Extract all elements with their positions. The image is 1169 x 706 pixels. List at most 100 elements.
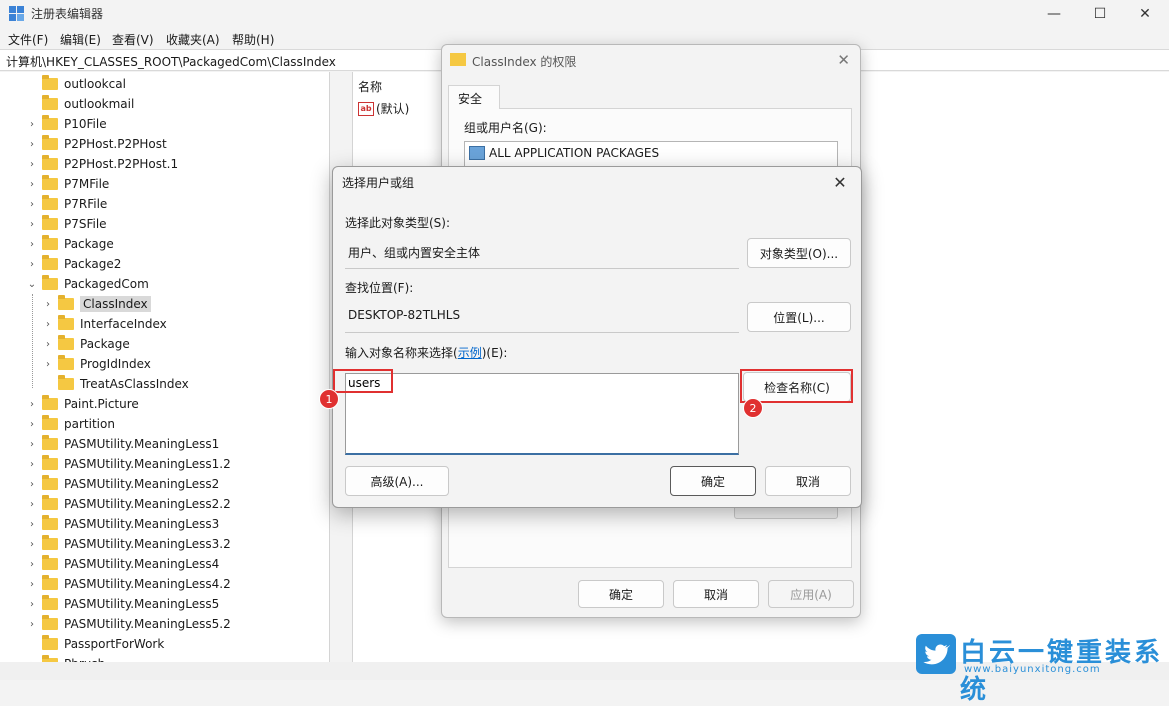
chevron-down-icon[interactable]: ⌄ [26,278,38,290]
folder-icon [42,515,58,530]
menu-edit[interactable]: 编辑(E) [60,31,101,48]
chevron-right-icon[interactable]: › [26,158,38,170]
tree-item[interactable]: › P7SFile [26,214,107,234]
chevron-right-icon[interactable]: › [26,538,38,550]
chevron-right-icon[interactable]: › [26,398,38,410]
select-cancel-button[interactable]: 取消 [765,466,851,496]
chevron-right-icon[interactable]: › [26,138,38,150]
tree-item[interactable]: › P7RFile [26,194,107,214]
chevron-right-icon[interactable]: › [26,198,38,210]
tree-item-label: PASMUtility.MeaningLess3.2 [64,537,231,551]
menu-help[interactable]: 帮助(H) [232,31,274,48]
value-row-default[interactable]: ab (默认) [358,100,409,117]
permissions-cancel-button[interactable]: 取消 [673,580,759,608]
tab-security[interactable]: 安全 [448,85,500,109]
chevron-right-icon[interactable]: › [26,598,38,610]
tree-item[interactable]: › Paint.Picture [26,394,139,414]
object-names-input[interactable] [348,376,728,390]
folder-icon [58,375,74,390]
close-icon[interactable]: ✕ [837,51,850,69]
close-button[interactable]: ✕ [1122,0,1168,28]
tree-item[interactable]: › PASMUtility.MeaningLess3 [26,514,219,534]
chevron-right-icon[interactable]: › [26,478,38,490]
chevron-right-icon[interactable]: › [42,338,54,350]
tree-item[interactable]: › partition [26,414,115,434]
select-users-dialog: 选择用户或组 ✕ 选择此对象类型(S): 用户、组或内置安全主体 对象类型(O)… [332,166,862,508]
tree-item[interactable]: › Package [26,234,114,254]
tree-item[interactable]: › PASMUtility.MeaningLess4.2 [26,574,231,594]
tree-item[interactable]: › P2PHost.P2PHost.1 [26,154,178,174]
chevron-right-icon[interactable]: › [42,298,54,310]
chevron-right-icon[interactable]: › [26,438,38,450]
examples-link[interactable]: 示例 [458,346,482,360]
registry-tree[interactable]: outlookcal outlookmail › P10File › P2PHost.P2… [0,72,330,662]
tree-item[interactable]: ⌄ PackagedCom [26,274,149,294]
locations-button[interactable]: 位置(L)... [747,302,851,332]
tree-item-label: P7SFile [64,217,107,231]
select-ok-button[interactable]: 确定 [670,466,756,496]
advanced-button[interactable]: 高级(A)... [345,466,449,496]
group-user-list[interactable]: ALL APPLICATION PACKAGES [464,141,838,169]
tree-item[interactable]: › ClassIndex [42,294,151,314]
chevron-right-icon[interactable]: › [42,318,54,330]
tree-item[interactable]: › PASMUtility.MeaningLess1.2 [26,454,231,474]
tree-item[interactable]: › PASMUtility.MeaningLess4 [26,554,219,574]
maximize-button[interactable]: ☐ [1077,0,1123,28]
tree-item[interactable]: ›Pbrush [26,654,105,662]
tree-item[interactable]: PassportForWork [26,634,164,654]
tree-item-label: PASMUtility.MeaningLess2.2 [64,497,231,511]
chevron-right-icon[interactable]: › [26,498,38,510]
chevron-right-icon[interactable]: › [26,578,38,590]
menu-file[interactable]: 文件(F) [8,31,48,48]
menu-view[interactable]: 查看(V) [112,31,154,48]
tree-item-label: TreatAsClassIndex [80,377,189,391]
tree-item[interactable]: › Package [42,334,130,354]
chevron-right-icon[interactable]: › [26,518,38,530]
close-icon[interactable]: ✕ [825,169,855,195]
chevron-right-icon[interactable]: › [26,238,38,250]
folder-icon [450,53,466,66]
minimize-button[interactable]: — [1031,0,1077,28]
tree-item[interactable]: › PASMUtility.MeaningLess5.2 [26,614,231,634]
chevron-right-icon[interactable]: › [26,458,38,470]
chevron-right-icon[interactable]: › [26,218,38,230]
string-value-icon: ab [358,101,374,116]
tree-item[interactable]: › PASMUtility.MeaningLess2.2 [26,494,231,514]
tree-item[interactable]: › PASMUtility.MeaningLess1 [26,434,219,454]
object-type-label: 选择此对象类型(S): [345,216,451,230]
tree-item-label: PASMUtility.MeaningLess4 [64,557,220,571]
tree-item-label: PASMUtility.MeaningLess1.2 [64,457,231,471]
object-names-textarea[interactable] [345,373,739,455]
chevron-right-icon[interactable]: › [26,418,38,430]
menu-favorites[interactable]: 收藏夹(A) [166,31,220,48]
tree-item[interactable]: › PASMUtility.MeaningLess3.2 [26,534,231,554]
chevron-right-icon[interactable]: › [26,118,38,130]
tree-item[interactable]: › P10File [26,114,107,134]
object-types-button[interactable]: 对象类型(O)... [747,238,851,268]
chevron-right-icon[interactable]: › [42,358,54,370]
registry-app-icon [9,6,25,22]
tree-item[interactable]: › InterfaceIndex [42,314,167,334]
list-item[interactable]: ALL APPLICATION PACKAGES [469,146,659,160]
tree-item[interactable]: › P2PHost.P2PHost [26,134,167,154]
folder-icon [42,195,58,210]
tree-item[interactable]: TreatAsClassIndex [42,374,189,394]
tree-item-label: Package2 [64,257,122,271]
chevron-right-icon[interactable]: › [26,258,38,270]
tree-item[interactable]: › P7MFile [26,174,109,194]
chevron-right-icon[interactable]: › [26,178,38,190]
name-column-header[interactable]: 名称 [358,78,382,95]
tree-item[interactable]: › PASMUtility.MeaningLess2 [26,474,219,494]
tree-item-label: P7RFile [64,197,108,211]
permissions-apply-button[interactable]: 应用(A) [768,580,854,608]
tree-item[interactable]: outlookmail [26,94,134,114]
tree-item[interactable]: › ProgIdIndex [42,354,151,374]
folder-icon [42,475,58,490]
folder-icon [42,455,58,470]
tree-item[interactable]: › PASMUtility.MeaningLess5 [26,594,219,614]
tree-item[interactable]: outlookcal [26,74,126,94]
tree-item[interactable]: › Package2 [26,254,121,274]
chevron-right-icon[interactable]: › [26,618,38,630]
permissions-ok-button[interactable]: 确定 [578,580,664,608]
chevron-right-icon[interactable]: › [26,558,38,570]
